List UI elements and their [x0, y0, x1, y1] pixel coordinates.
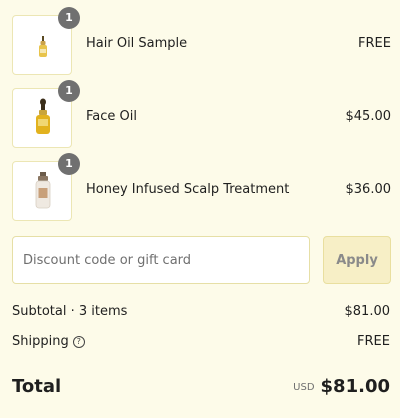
product-name: Face Oil — [86, 109, 137, 124]
quantity-badge: 1 — [58, 80, 80, 102]
total-amount-row: USD $81.00 — [293, 375, 390, 400]
apply-discount-button[interactable]: Apply — [323, 236, 391, 284]
line-item: 1 Honey Infused Scalp Treatment $36.00 — [12, 153, 392, 221]
product-price: $45.00 — [345, 109, 392, 124]
quantity-badge: 1 — [58, 153, 80, 175]
product-name: Hair Oil Sample — [86, 36, 188, 51]
product-price: FREE — [358, 36, 391, 51]
subtotal-value: $81.00 — [344, 304, 391, 319]
question-circle-icon[interactable]: ? — [72, 336, 85, 348]
line-item: 1 Face Oil $45.00 — [12, 80, 392, 148]
line-item: 1 Hair Oil Sample FREE — [12, 7, 391, 75]
total-label: Total — [12, 376, 62, 397]
discount-code-input[interactable] — [12, 236, 310, 284]
order-summary: 1 Hair Oil Sample FREE 1 Face Oil $45.00 — [0, 0, 400, 418]
shipping-value: FREE — [357, 334, 390, 349]
quantity-badge: 1 — [58, 7, 80, 29]
product-name: Honey Infused Scalp Treatment — [86, 182, 290, 197]
subtotal-label: Subtotal · 3 items — [12, 304, 128, 319]
product-price: $36.00 — [345, 182, 392, 197]
currency-code: USD — [293, 382, 315, 393]
total-value: $81.00 — [320, 376, 390, 397]
shipping-label: Shipping — [12, 334, 69, 349]
shipping-row: Shipping? — [12, 333, 85, 351]
